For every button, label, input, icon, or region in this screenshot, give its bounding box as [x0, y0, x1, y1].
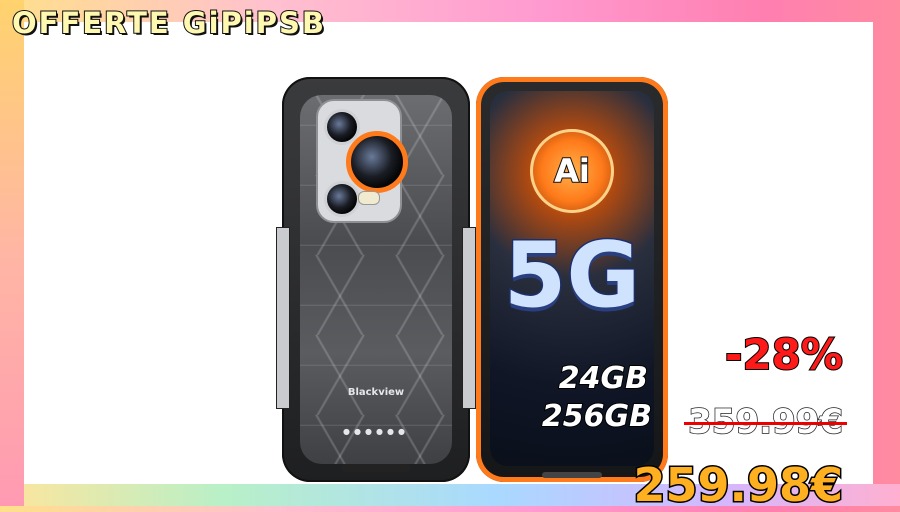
brand-title: OFFERTE GiPiPSB — [11, 5, 326, 41]
camera-lens-icon — [324, 181, 360, 217]
flash-icon — [358, 191, 380, 205]
old-price: 359.99€ — [684, 401, 847, 443]
phone-back-image: Blackview ●●●●●● — [276, 77, 476, 482]
front-bottom-bar — [542, 472, 602, 478]
camera-module — [316, 99, 408, 223]
back-logo: Blackview — [347, 387, 405, 398]
phone-front-image: Ai 5G 24GB 256GB — [476, 77, 668, 482]
charging-dots: ●●●●●● — [343, 427, 409, 436]
new-price: 259.98€ — [632, 457, 845, 512]
product-card: Blackview ●●●●●● Ai 5G 24GB 256GB -28% 3… — [24, 22, 873, 512]
ai-badge: Ai — [530, 129, 614, 213]
storage-label: 256GB — [541, 399, 653, 434]
network-label: 5G — [502, 223, 642, 328]
strikethrough-line — [684, 422, 847, 425]
main-camera-lens-icon — [346, 131, 408, 193]
side-strip-right — [462, 227, 476, 409]
discount-badge: -28% — [724, 329, 844, 380]
side-strip-left — [276, 227, 290, 409]
phone-screen: Ai 5G 24GB 256GB — [490, 91, 654, 466]
ram-label: 24GB — [558, 361, 649, 396]
bottom-bar — [342, 464, 410, 472]
